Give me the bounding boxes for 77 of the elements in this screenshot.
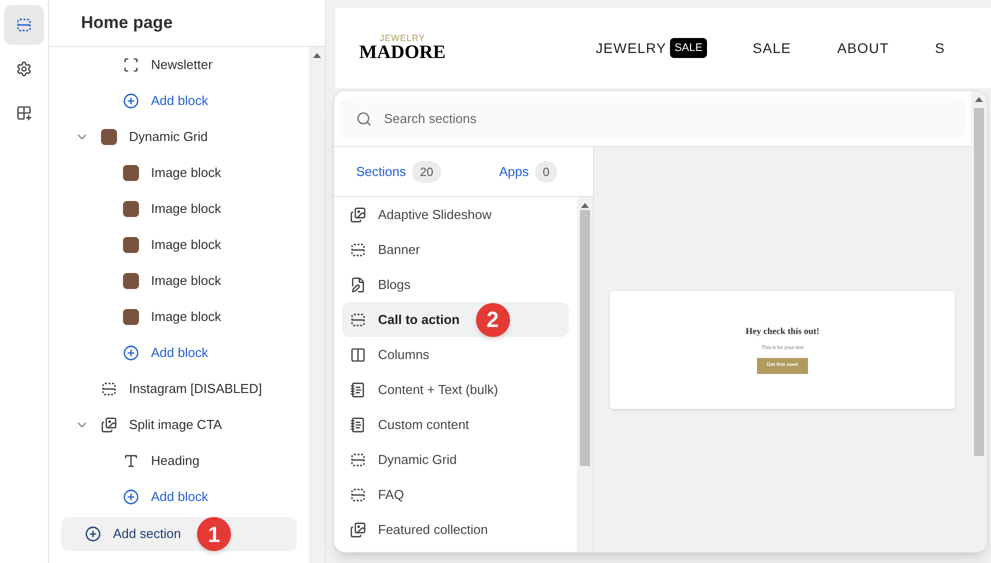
section-item[interactable]: Columns: [342, 337, 569, 372]
sale-badge: SALE: [670, 38, 707, 58]
add-icon: [123, 93, 140, 109]
add-section-label[interactable]: Add section: [113, 524, 181, 544]
section-item[interactable]: Featured collection: [342, 512, 569, 547]
photo-placeholder: [123, 201, 140, 217]
scrollbar[interactable]: [577, 197, 593, 552]
search-icon: [356, 110, 372, 126]
section-item[interactable]: Banner: [342, 232, 569, 267]
apps-icon: [16, 105, 32, 121]
tree-item[interactable]: Image block: [151, 199, 222, 219]
tree-item[interactable]: Newsletter: [151, 55, 212, 75]
text-icon: [123, 453, 140, 469]
settings-icon: [16, 61, 32, 77]
tree-item[interactable]: Split image CTA: [129, 415, 222, 435]
section-item[interactable]: Content + Text (bulk): [342, 372, 569, 407]
nav-link[interactable]: SALE: [752, 38, 792, 58]
search-input[interactable]: Search sections: [384, 108, 949, 128]
tab[interactable]: Sections 20: [334, 160, 464, 182]
dashed-square-icon: [123, 57, 140, 73]
blog-icon: [350, 276, 366, 292]
count-badge: 0: [534, 160, 558, 182]
search-field[interactable]: Search sections: [340, 97, 965, 140]
tree-item[interactable]: Image block: [151, 235, 222, 255]
section-icon: [350, 486, 366, 502]
section-item[interactable]: Blogs: [342, 267, 569, 302]
photo-placeholder: [101, 129, 118, 145]
add-block-link[interactable]: Add block: [151, 487, 208, 507]
tree-item[interactable]: Instagram [DISABLED]: [129, 379, 262, 399]
nav-link[interactable]: S: [934, 38, 945, 58]
section-icon: [350, 312, 366, 328]
sidebar-tab[interactable]: [4, 5, 44, 45]
section-item[interactable]: Call to action 2: [342, 302, 569, 337]
section-icon: [16, 17, 32, 33]
scrollbar[interactable]: [309, 47, 326, 563]
photo-placeholder: [123, 309, 140, 325]
section-icon: [350, 452, 366, 468]
scroll-up-icon[interactable]: [581, 203, 589, 208]
slideshow-icon: [350, 206, 366, 222]
nav-link[interactable]: ABOUT: [837, 38, 889, 58]
step-marker: 2: [476, 302, 510, 336]
scroll-up-icon[interactable]: [313, 53, 322, 58]
image-icon: [101, 417, 118, 433]
add-section-button[interactable]: Add section 1: [61, 517, 298, 551]
scrollbar[interactable]: [971, 91, 987, 552]
content-icon: [350, 382, 366, 398]
content-icon: [350, 416, 366, 432]
section-icon: [350, 242, 366, 258]
tree-item[interactable]: Dynamic Grid: [129, 127, 208, 147]
add-icon: [123, 345, 140, 361]
step-marker: 1: [196, 517, 231, 551]
add-block-link[interactable]: Add block: [151, 343, 208, 363]
count-badge: 20: [412, 160, 442, 182]
tree-item[interactable]: Image block: [151, 271, 222, 291]
logo-tagline: JEWELRY: [380, 34, 426, 43]
tree-item[interactable]: Image block: [151, 163, 222, 183]
photo-placeholder: [123, 165, 140, 181]
photo-placeholder: [123, 237, 140, 253]
section-item[interactable]: Adaptive Slideshow: [342, 197, 569, 232]
photo-placeholder: [123, 273, 140, 289]
nav-link[interactable]: JEWELRY: [596, 38, 666, 58]
logo: MADORE: [359, 43, 446, 62]
panel-title: Home page: [81, 12, 173, 34]
section-item[interactable]: FAQ: [342, 477, 569, 512]
preview-heading: Hey check this out!: [746, 325, 820, 338]
columns-icon: [350, 346, 366, 362]
section-item[interactable]: Dynamic Grid: [342, 442, 569, 477]
add-block-link[interactable]: Add block: [151, 91, 208, 111]
add-icon: [85, 526, 102, 542]
scroll-up-icon[interactable]: [975, 97, 983, 102]
section-icon: [101, 381, 118, 397]
add-icon: [123, 489, 140, 505]
tab[interactable]: Apps 0: [464, 160, 593, 182]
tree-item[interactable]: Image block: [151, 307, 222, 327]
section-item[interactable]: Custom content: [342, 407, 569, 442]
collection-icon: [350, 522, 366, 538]
tree-item[interactable]: Heading: [151, 451, 200, 471]
